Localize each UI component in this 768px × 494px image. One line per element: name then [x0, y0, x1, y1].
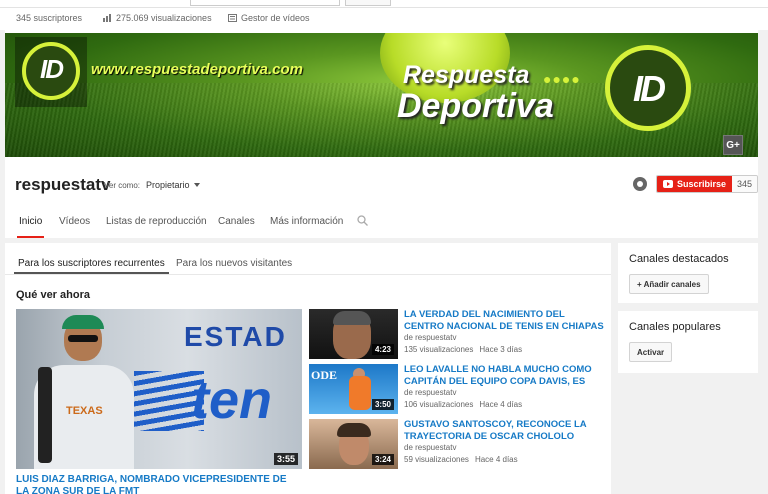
search-input[interactable] [190, 0, 340, 6]
list-item[interactable]: ODE 3:50 LEO LAVALLE NO HABLA MUCHO COMO… [309, 364, 609, 416]
thumb-player [349, 376, 371, 410]
upload-age: Hace 3 días [479, 345, 523, 354]
banner-dots: ●●●● [543, 71, 581, 87]
view-as-value: Propietario [146, 180, 190, 190]
tab-returning-subscribers[interactable]: Para los suscriptores recurrentes [14, 258, 169, 274]
view-count-label: 275.069 visualizaciones [116, 13, 212, 23]
channel-header: ID www.respuestadeportiva.com Respuesta … [5, 30, 759, 238]
video-info: LA VERDAD DEL NACIMIENTO DEL CENTRO NACI… [404, 309, 604, 354]
logo-right-text: ID [633, 68, 666, 109]
play-icon [663, 180, 673, 188]
featured-channels-title: Canales destacados [629, 253, 729, 265]
search-icon[interactable] [357, 215, 368, 226]
audience-tabs: Para los suscriptores recurrentes Para l… [5, 243, 611, 275]
video-manager-label: Gestor de vídeos [241, 13, 310, 23]
person-bag [38, 367, 52, 463]
section-title: Qué ver ahora [16, 289, 90, 301]
view-as-dropdown[interactable]: Propietario [146, 180, 200, 190]
shirt-text: TEXAS [66, 405, 103, 417]
tab-about[interactable]: Más información [270, 216, 343, 227]
home-feed: Para los suscriptores recurrentes Para l… [5, 243, 611, 494]
tab-channels[interactable]: Canales [218, 216, 255, 227]
banner-brand-line2: Deportiva [397, 87, 554, 125]
google-plus-link[interactable]: G+ [723, 135, 743, 155]
gear-icon[interactable] [633, 177, 647, 191]
bars-stats-icon [103, 14, 111, 22]
thumb-text-estad: ESTAD [184, 321, 287, 352]
tab-inicio[interactable]: Inicio [16, 216, 45, 238]
banner-logo-right: ID [605, 45, 691, 131]
thumb-logo-text: ODE [311, 368, 338, 382]
subscriber-count-badge: 345 [732, 176, 758, 192]
popular-channels-title: Canales populares [629, 321, 721, 333]
logo-left-text: ID [40, 54, 64, 84]
thumb-hair [337, 423, 371, 437]
banner-brand-line1: Respuesta [403, 61, 530, 89]
video-info: LEO LAVALLE NO HABLA MUCHO COMO CAPITÁN … [404, 364, 604, 409]
video-duration: 3:55 [273, 453, 298, 465]
popular-channels-panel: Canales populares Activar [618, 311, 758, 373]
view-count: 135 visualizaciones [404, 345, 474, 354]
featured-video-title[interactable]: LUIS DIAZ BARRIGA, NOMBRADO VICEPRESIDEN… [16, 474, 302, 494]
person-glasses [68, 335, 98, 342]
video-duration: 4:23 [371, 344, 394, 355]
video-meta: 135 visualizaciones Hace 3 días [404, 345, 604, 354]
video-duration: 3:24 [371, 454, 394, 465]
video-uploader[interactable]: de respuestatv [404, 388, 604, 397]
view-count: 106 visualizaciones [404, 400, 474, 409]
thumb-person: TEXAS [30, 315, 138, 469]
subscribe-label: Suscribirse [677, 179, 727, 189]
thumb-text-tenis: ten [191, 370, 272, 430]
list-item[interactable]: 3:24 GUSTAVO SANTOSCOY, RECONOCE LA TRAY… [309, 419, 609, 471]
channel-banner: ID www.respuestadeportiva.com Respuesta … [5, 33, 758, 157]
channel-name[interactable]: respuestatv [15, 175, 110, 195]
video-meta: 59 visualizaciones Hace 4 días [404, 455, 604, 464]
tab-new-visitors[interactable]: Para los nuevos visitantes [176, 258, 292, 269]
video-title[interactable]: LEO LAVALLE NO HABLA MUCHO COMO CAPITÁN … [404, 364, 604, 387]
channel-stats-bar: 345 suscriptores 275.069 visualizaciones… [0, 8, 768, 30]
search-button[interactable] [345, 0, 391, 6]
video-thumbnail[interactable]: 4:23 [309, 309, 398, 359]
video-info: GUSTAVO SANTOSCOY, RECONOCE LA TRAYECTOR… [404, 419, 604, 464]
person-cap [62, 315, 104, 329]
channel-tabs: Inicio Vídeos Listas de reproducción Can… [5, 206, 758, 238]
activate-button[interactable]: Activar [629, 342, 673, 362]
video-duration: 3:50 [371, 399, 394, 410]
tab-videos[interactable]: Vídeos [59, 216, 90, 227]
banner-url: www.respuestadeportiva.com [91, 61, 304, 78]
video-title[interactable]: LA VERDAD DEL NACIMIENTO DEL CENTRO NACI… [404, 309, 604, 332]
masthead-strip [0, 0, 768, 8]
video-meta: 106 visualizaciones Hace 4 días [404, 400, 604, 409]
video-thumbnail[interactable]: ODE 3:50 [309, 364, 398, 414]
video-manager-link[interactable]: Gestor de vídeos [228, 13, 310, 23]
video-thumbnail[interactable]: 3:24 [309, 419, 398, 469]
video-title[interactable]: GUSTAVO SANTOSCOY, RECONOCE LA TRAYECTOR… [404, 419, 604, 442]
video-uploader[interactable]: de respuestatv [404, 333, 604, 342]
video-manager-icon [228, 14, 237, 22]
thumb-hair [333, 311, 371, 325]
upload-age: Hace 4 días [479, 400, 523, 409]
add-channels-button[interactable]: + Añadir canales [629, 274, 709, 294]
view-count: 275.069 visualizaciones [103, 13, 212, 23]
featured-video-thumbnail[interactable]: ESTAD ten TEXAS 3:55 [16, 309, 302, 469]
video-uploader[interactable]: de respuestatv [404, 443, 604, 452]
tab-playlists[interactable]: Listas de reproducción [106, 216, 207, 227]
featured-channels-panel: Canales destacados + Añadir canales [618, 243, 758, 303]
subscriber-count: 345 suscriptores [16, 13, 83, 23]
upload-age: Hace 4 días [474, 455, 518, 464]
view-count: 59 visualizaciones [404, 455, 469, 464]
subscribe-button-main[interactable]: Suscribirse [657, 176, 733, 192]
chevron-down-icon [193, 183, 200, 187]
banner-logo-left: ID [15, 37, 87, 107]
subscribe-button[interactable]: Suscribirse 345 [656, 175, 759, 193]
view-as-label: Ver como: [104, 181, 141, 190]
list-item[interactable]: 4:23 LA VERDAD DEL NACIMIENTO DEL CENTRO… [309, 309, 609, 361]
